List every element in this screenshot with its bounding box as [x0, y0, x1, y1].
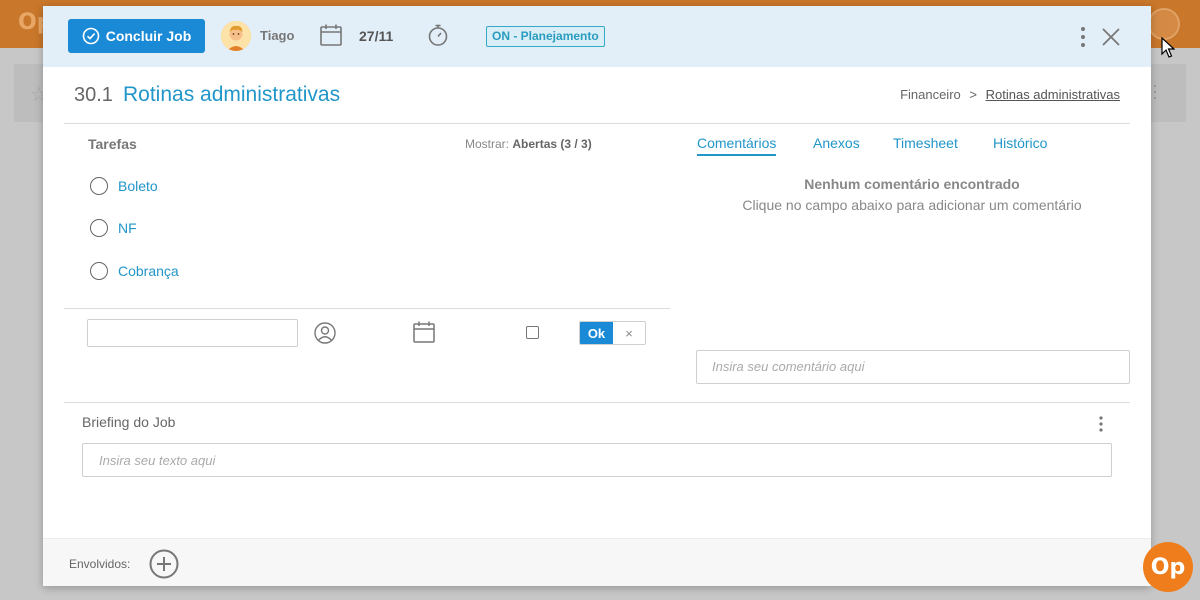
breadcrumb: Financeiro > Rotinas administrativas	[900, 87, 1120, 102]
background-more-icon: · · ·	[1152, 75, 1158, 107]
task-item[interactable]: Cobrança	[90, 261, 179, 281]
tab-comentarios[interactable]: Comentários	[697, 135, 777, 156]
tab-timesheet[interactable]: Timesheet	[893, 135, 958, 151]
task-item[interactable]: Boleto	[90, 176, 158, 196]
new-task-input[interactable]	[87, 319, 298, 347]
status-badge[interactable]: ON - Planejamento	[486, 26, 605, 47]
add-circle-icon[interactable]	[149, 549, 179, 579]
task-checkbox-circle[interactable]	[90, 262, 108, 280]
new-task-actions: Ok ×	[579, 321, 646, 345]
tasks-filter-label: Mostrar:	[465, 137, 510, 151]
user-circle-icon[interactable]	[314, 322, 336, 344]
cancel-button[interactable]: ×	[612, 322, 645, 344]
modal-footer: Envolvidos:	[43, 538, 1151, 586]
background-user-avatar	[1148, 8, 1180, 40]
comment-input[interactable]: Insira seu comentário aqui	[696, 350, 1130, 384]
ok-button[interactable]: Ok	[580, 322, 613, 344]
tasks-filter-value: Abertas (3 / 3)	[512, 137, 592, 151]
tasks-divider	[64, 308, 670, 309]
task-label[interactable]: Cobrança	[118, 263, 179, 279]
brand-chat-badge[interactable]: Op	[1143, 542, 1193, 592]
title-divider	[64, 123, 1130, 124]
tasks-title: Tarefas	[88, 136, 137, 152]
empty-comments-hint: Clique no campo abaixo para adicionar um…	[742, 197, 1082, 213]
tab-anexos[interactable]: Anexos	[813, 135, 860, 151]
user-avatar-icon	[221, 21, 251, 51]
more-options-icon[interactable]	[1097, 415, 1105, 433]
job-modal: Concluir Job Tiago 27/11 ON - Planejamen…	[43, 6, 1151, 586]
conclude-job-label: Concluir Job	[105, 28, 192, 44]
more-options-icon[interactable]	[1077, 26, 1089, 48]
briefing-input[interactable]: Insira seu texto aqui	[82, 443, 1112, 477]
close-icon[interactable]	[1100, 26, 1122, 48]
calendar-icon[interactable]	[412, 320, 436, 344]
task-label[interactable]: Boleto	[118, 178, 158, 194]
task-checkbox-circle[interactable]	[90, 219, 108, 237]
empty-comments-title: Nenhum comentário encontrado	[804, 176, 1020, 192]
job-title[interactable]: Rotinas administrativas	[123, 83, 340, 107]
tab-historico[interactable]: Histórico	[993, 135, 1047, 151]
task-label[interactable]: NF	[118, 220, 137, 236]
job-number: 30.1	[74, 84, 113, 106]
tasks-filter[interactable]: Mostrar: Abertas (3 / 3)	[465, 137, 592, 151]
breadcrumb-current-link[interactable]: Rotinas administrativas	[986, 87, 1120, 102]
breadcrumb-separator: >	[969, 87, 977, 102]
modal-header: Concluir Job Tiago 27/11 ON - Planejamen…	[43, 6, 1151, 67]
mouse-cursor-icon	[1161, 37, 1175, 58]
task-checkbox-circle[interactable]	[90, 177, 108, 195]
due-date[interactable]: 27/11	[359, 28, 393, 44]
stopwatch-icon[interactable]	[426, 23, 450, 47]
briefing-divider	[64, 402, 1130, 403]
user-avatar[interactable]	[221, 21, 251, 51]
conclude-job-button[interactable]: Concluir Job	[68, 19, 205, 53]
assigned-user-name: Tiago	[260, 28, 295, 43]
check-circle-icon	[82, 27, 100, 45]
breadcrumb-parent: Financeiro	[900, 87, 961, 102]
involved-label: Envolvidos:	[69, 557, 131, 571]
calendar-icon[interactable]	[319, 23, 343, 47]
briefing-title: Briefing do Job	[82, 414, 176, 430]
task-item[interactable]: NF	[90, 218, 137, 238]
task-checkbox[interactable]	[526, 326, 539, 339]
